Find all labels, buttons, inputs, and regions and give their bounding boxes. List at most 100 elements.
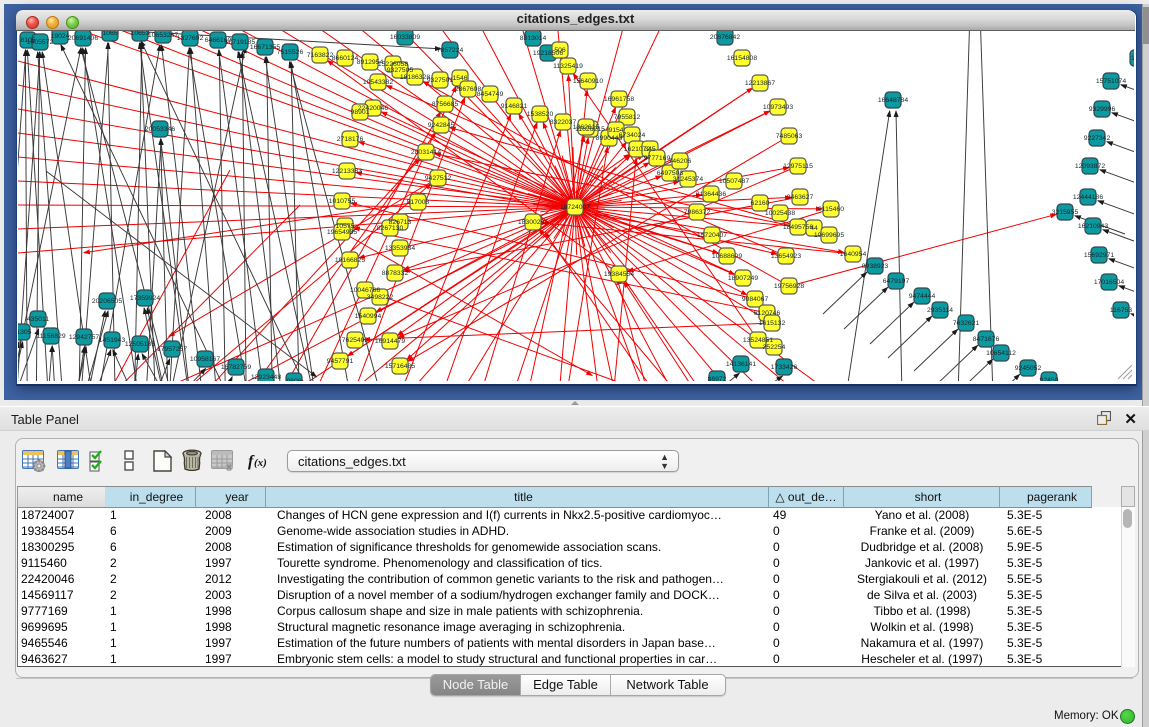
svg-text:19024: 19024 xyxy=(51,33,70,40)
svg-text:11156829: 11156829 xyxy=(36,333,65,340)
svg-text:9115460: 9115460 xyxy=(818,206,844,213)
svg-text:252254: 252254 xyxy=(763,344,786,351)
svg-text:10507487: 10507487 xyxy=(719,178,749,185)
svg-text:817008: 817008 xyxy=(407,199,430,206)
svg-text:7955812: 7955812 xyxy=(614,114,641,121)
svg-text:10046766: 10046766 xyxy=(350,287,380,294)
svg-text:18907249: 18907249 xyxy=(728,275,758,282)
svg-text:9146821: 9146821 xyxy=(501,103,528,110)
svg-text:7857224: 7857224 xyxy=(437,47,464,54)
svg-text:92450: 92450 xyxy=(1040,377,1059,381)
svg-text:3498222: 3498222 xyxy=(367,294,394,301)
svg-text:1405572: 1405572 xyxy=(27,39,54,46)
svg-text:1362615: 1362615 xyxy=(573,124,600,131)
svg-text:15692971: 15692971 xyxy=(1084,252,1114,259)
svg-text:9457791: 9457791 xyxy=(327,358,354,365)
svg-text:1640954: 1640954 xyxy=(840,251,867,258)
svg-text:19166825: 19166825 xyxy=(335,257,365,264)
svg-text:28031414: 28031414 xyxy=(411,149,441,156)
svg-text:8813014: 8813014 xyxy=(520,35,547,42)
svg-text:44: 44 xyxy=(810,225,818,232)
svg-text:1538520: 1538520 xyxy=(527,111,554,118)
svg-text:15751074: 15751074 xyxy=(1096,78,1126,85)
svg-text:9329996: 9329996 xyxy=(1089,106,1116,113)
svg-text:17359924: 17359924 xyxy=(130,295,160,302)
svg-text:9777169: 9777169 xyxy=(644,155,671,162)
svg-text:9463627: 9463627 xyxy=(787,194,814,201)
svg-text:7163822: 7163822 xyxy=(307,52,334,59)
svg-text:19384554: 19384554 xyxy=(604,271,634,278)
svg-text:31245374: 31245374 xyxy=(673,176,703,183)
svg-text:10973493: 10973493 xyxy=(763,104,793,111)
svg-text:1546: 1546 xyxy=(452,75,467,82)
svg-text:8756685: 8756685 xyxy=(432,101,459,108)
svg-text:12942757: 12942757 xyxy=(69,334,99,341)
svg-text:12093872: 12093872 xyxy=(1075,163,1105,170)
svg-text:10543382: 10543382 xyxy=(363,79,393,86)
svg-text:21364436: 21364436 xyxy=(696,191,726,198)
svg-text:9327505: 9327505 xyxy=(387,67,414,74)
svg-text:10653267: 10653267 xyxy=(148,32,178,39)
svg-text:9427512: 9427512 xyxy=(425,175,452,182)
svg-text:1112: 1112 xyxy=(1131,55,1134,62)
svg-text:9227342: 9227342 xyxy=(1084,135,1111,142)
svg-text:8471676: 8471676 xyxy=(973,336,1000,343)
svg-text:116753: 116753 xyxy=(1110,307,1132,314)
svg-text:14136141: 14136141 xyxy=(726,361,756,368)
svg-text:8938923: 8938923 xyxy=(862,263,889,270)
svg-text:6479197: 6479197 xyxy=(883,278,910,285)
svg-text:6120746: 6120746 xyxy=(754,310,781,317)
svg-text:13654923: 13654923 xyxy=(771,253,801,260)
svg-text:12444186: 12444186 xyxy=(1073,194,1103,201)
svg-text:13524851: 13524851 xyxy=(743,337,773,344)
svg-text:2718176: 2718176 xyxy=(337,136,364,143)
svg-text:1615132: 1615132 xyxy=(759,320,786,327)
svg-text:1065: 1065 xyxy=(102,31,117,37)
svg-text:20876842: 20876842 xyxy=(710,34,740,41)
svg-text:7632621: 7632621 xyxy=(953,320,980,327)
svg-text:12213383: 12213383 xyxy=(332,168,362,175)
svg-text:17016504: 17016504 xyxy=(1094,279,1124,286)
svg-text:16648784: 16648784 xyxy=(878,97,908,104)
svg-text:7986372: 7986372 xyxy=(684,209,711,216)
svg-text:20691406: 20691406 xyxy=(68,35,98,42)
svg-text:10699695: 10699695 xyxy=(814,232,844,239)
svg-text:16961758: 16961758 xyxy=(604,96,634,103)
svg-text:7485063: 7485063 xyxy=(776,133,803,140)
svg-text:81305: 81305 xyxy=(18,329,32,336)
svg-text:12505185: 12505185 xyxy=(125,341,155,348)
svg-text:18186328: 18186328 xyxy=(400,74,430,81)
svg-text:12923448: 12923448 xyxy=(251,374,281,381)
svg-text:345: 345 xyxy=(644,146,656,153)
svg-text:15716485: 15716485 xyxy=(385,363,415,370)
svg-text:16671355: 16671355 xyxy=(250,44,280,51)
svg-text:62160: 62160 xyxy=(751,200,770,207)
svg-text:16782759: 16782759 xyxy=(221,364,251,371)
svg-text:3215955: 3215955 xyxy=(1052,209,1079,216)
svg-text:9242845: 9242845 xyxy=(428,122,455,129)
svg-text:10025438: 10025438 xyxy=(765,210,795,217)
svg-text:9606: 9606 xyxy=(286,378,301,381)
svg-text:10688609: 10688609 xyxy=(712,253,742,260)
svg-text:9327501: 9327501 xyxy=(427,77,454,84)
svg-text:12213867: 12213867 xyxy=(745,80,775,87)
svg-text:18495756: 18495756 xyxy=(783,224,813,231)
svg-text:8660124: 8660124 xyxy=(332,55,359,62)
svg-text:6734024: 6734024 xyxy=(619,132,646,139)
svg-text:1010755: 1010755 xyxy=(329,198,356,205)
svg-text:8454749: 8454749 xyxy=(477,91,504,98)
svg-text:9245052: 9245052 xyxy=(1015,365,1042,372)
svg-text:11325419: 11325419 xyxy=(553,63,583,70)
svg-text:1451943: 1451943 xyxy=(99,337,126,344)
svg-text:8267130: 8267130 xyxy=(377,225,404,232)
svg-text:16033809: 16033809 xyxy=(390,34,420,41)
svg-text:9474444: 9474444 xyxy=(909,293,936,300)
svg-text:86972: 86972 xyxy=(708,376,727,381)
svg-text:2935114: 2935114 xyxy=(927,307,953,314)
svg-text:12975115: 12975115 xyxy=(783,163,813,170)
svg-text:17957257: 17957257 xyxy=(157,346,187,353)
svg-text:10654112: 10654112 xyxy=(986,350,1016,357)
svg-text:435011: 435011 xyxy=(27,316,49,323)
svg-text:7625402: 7625402 xyxy=(342,337,369,344)
svg-text:7515526: 7515526 xyxy=(277,49,304,56)
